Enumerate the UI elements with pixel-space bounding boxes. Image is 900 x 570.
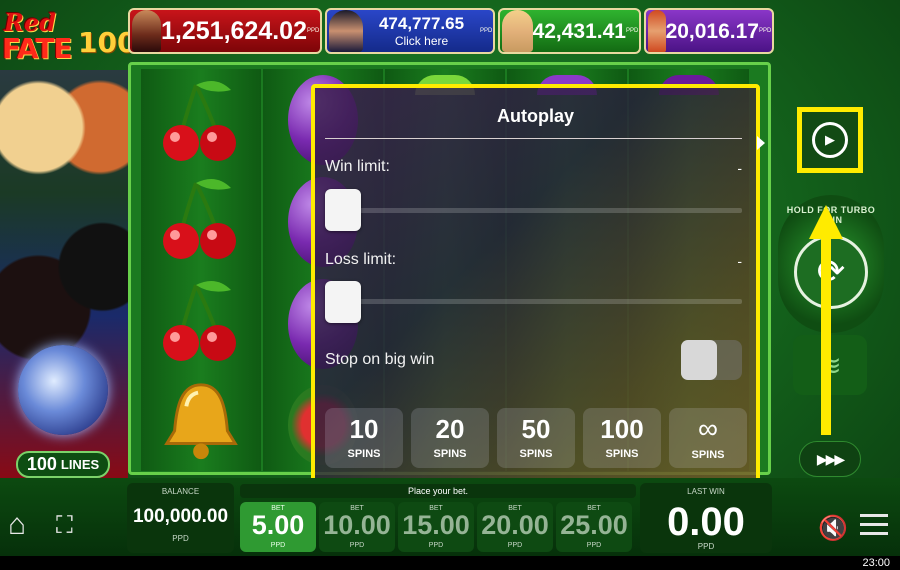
cherry-icon bbox=[163, 179, 236, 259]
autoplay-icon: ▶ bbox=[812, 122, 848, 158]
spin-unit: SPINS bbox=[519, 448, 553, 460]
spin-count-options: 10 SPINS 20 SPINS 50 SPINS 100 SPINS ∞ S… bbox=[325, 408, 747, 468]
bet-currency: PPD bbox=[428, 542, 444, 549]
win-limit-slider[interactable] bbox=[325, 208, 742, 213]
jackpot-portrait bbox=[502, 10, 533, 52]
bet-value: 25.00 bbox=[560, 510, 628, 540]
last-win-value: 0.00 bbox=[667, 500, 745, 544]
divider bbox=[325, 138, 742, 139]
balance-panel: BALANCE 100,000.00 PPD bbox=[127, 483, 234, 553]
fast-forward-icon[interactable]: ▶▶▶ bbox=[799, 441, 861, 477]
jackpot-currency: PPD bbox=[307, 27, 320, 34]
spin-count: 100 bbox=[600, 414, 644, 444]
win-limit-label: Win limit: bbox=[325, 158, 390, 175]
win-limit-value: - bbox=[737, 160, 742, 176]
bet-value: 15.00 bbox=[402, 510, 470, 540]
toggle-knob bbox=[681, 340, 717, 380]
jackpot-click-here[interactable]: Click here bbox=[363, 34, 480, 48]
panel-pointer-icon bbox=[757, 136, 765, 150]
jackpot-portrait bbox=[132, 10, 162, 52]
spin-unit: SPINS bbox=[347, 448, 381, 460]
balance-currency: PPD bbox=[172, 534, 189, 543]
crystal-ball-icon bbox=[18, 345, 108, 435]
balance-value: 100,000.00 bbox=[132, 506, 229, 527]
bet-option[interactable]: BET 25.00 PPD bbox=[556, 502, 632, 552]
last-win-currency: PPD bbox=[697, 542, 715, 551]
last-win-label: LAST WIN bbox=[687, 487, 725, 496]
autoplay-button[interactable]: ▶ bbox=[797, 107, 863, 173]
jackpot-currency: PPD bbox=[480, 27, 493, 34]
lines-badge: 100 LINES bbox=[16, 451, 110, 478]
autoplay-panel: Autoplay Win limit: - Loss limit: - Stop… bbox=[311, 84, 760, 482]
loss-limit-value: - bbox=[737, 253, 742, 269]
cherry-icon bbox=[163, 281, 236, 361]
bell-icon bbox=[164, 383, 238, 460]
spin-unit: SPINS bbox=[433, 448, 467, 460]
bet-currency: PPD bbox=[507, 542, 523, 549]
jackpot-blue[interactable]: 474,777.65 Click here PPD bbox=[325, 8, 495, 54]
last-win-panel: LAST WIN 0.00 PPD bbox=[640, 483, 772, 553]
loss-limit-slider[interactable] bbox=[325, 299, 742, 304]
spin-unit: SPINS bbox=[691, 449, 725, 461]
spin-count: 10 bbox=[349, 414, 379, 444]
bet-option[interactable]: BET 10.00 PPD bbox=[319, 502, 395, 552]
jackpot-amount: 474,777.65 bbox=[378, 14, 465, 33]
jackpot-green: 42,431.41 PPD bbox=[498, 8, 641, 54]
status-bar: 23:00 bbox=[0, 556, 900, 570]
jackpot-red: 1,251,624.02 PPD bbox=[128, 8, 322, 54]
spins-10-button[interactable]: 10 SPINS bbox=[325, 408, 403, 468]
menu-icon[interactable] bbox=[860, 514, 888, 541]
game-logo: Red FATE 100 bbox=[0, 8, 136, 68]
jackpot-portrait bbox=[648, 10, 666, 52]
spins-100-button[interactable]: 100 SPINS bbox=[583, 408, 661, 468]
balance-label: BALANCE bbox=[161, 487, 200, 496]
fullscreen-icon[interactable]: ⛶ bbox=[56, 512, 73, 540]
spins-infinite-button[interactable]: ∞ SPINS bbox=[669, 408, 747, 468]
spins-20-button[interactable]: 20 SPINS bbox=[411, 408, 489, 468]
bet-currency: PPD bbox=[349, 542, 365, 549]
jackpot-currency: PPD bbox=[759, 27, 772, 34]
highlight-arrow-icon bbox=[809, 205, 843, 435]
stop-on-big-win-toggle[interactable] bbox=[681, 340, 742, 380]
lines-count: 100 bbox=[26, 454, 57, 474]
bet-currency: PPD bbox=[586, 542, 602, 549]
loss-limit-label: Loss limit: bbox=[325, 251, 397, 268]
mute-icon[interactable]: 🔇 bbox=[818, 514, 848, 543]
spin-count: 50 bbox=[521, 414, 551, 444]
jackpot-purple: 20,016.17 PPD bbox=[644, 8, 774, 54]
bet-option[interactable]: BET 15.00 PPD bbox=[398, 502, 474, 552]
jackpot-portrait bbox=[329, 10, 363, 52]
stop-on-big-win-label: Stop on big win bbox=[325, 351, 435, 368]
bet-currency: PPD bbox=[270, 542, 286, 549]
spins-50-button[interactable]: 50 SPINS bbox=[497, 408, 575, 468]
jackpot-currency: PPD bbox=[626, 27, 639, 34]
bet-value: 5.00 bbox=[251, 510, 305, 540]
cherry-icon bbox=[163, 81, 236, 161]
logo-word-fate: FATE bbox=[2, 32, 73, 65]
place-bet-hint: Place your bet. bbox=[240, 484, 636, 498]
lines-label: LINES bbox=[60, 457, 100, 472]
bet-option[interactable]: BET 5.00 PPD bbox=[240, 502, 316, 552]
bet-value: 10.00 bbox=[323, 510, 391, 540]
bet-option[interactable]: BET 20.00 PPD bbox=[477, 502, 553, 552]
status-clock: 23:00 bbox=[862, 557, 890, 569]
autoplay-title: Autoplay bbox=[496, 106, 574, 126]
spin-unit: SPINS bbox=[605, 448, 639, 460]
right-controls: ▶ HOLD FOR TURBO SPIN ⟳ ≋ ▶▶▶ bbox=[775, 95, 885, 495]
jackpot-amount: 1,251,624.02 bbox=[161, 16, 307, 45]
bottom-bar: ⌂ ⛶ BALANCE 100,000.00 PPD Place your be… bbox=[0, 478, 900, 556]
home-icon[interactable]: ⌂ bbox=[8, 508, 26, 542]
bet-selector: BET 5.00 PPD BET 10.00 PPD BET 15.00 PPD… bbox=[240, 502, 632, 552]
win-limit-slider-handle[interactable] bbox=[325, 189, 361, 231]
spin-count: 20 bbox=[435, 414, 465, 444]
infinity-icon: ∞ bbox=[698, 413, 718, 444]
loss-limit-slider-handle[interactable] bbox=[325, 281, 361, 323]
bet-value: 20.00 bbox=[481, 510, 549, 540]
reel-1 bbox=[141, 69, 261, 471]
jackpot-amount: 42,431.41 bbox=[532, 19, 626, 43]
jackpot-amount: 20,016.17 bbox=[665, 19, 759, 43]
